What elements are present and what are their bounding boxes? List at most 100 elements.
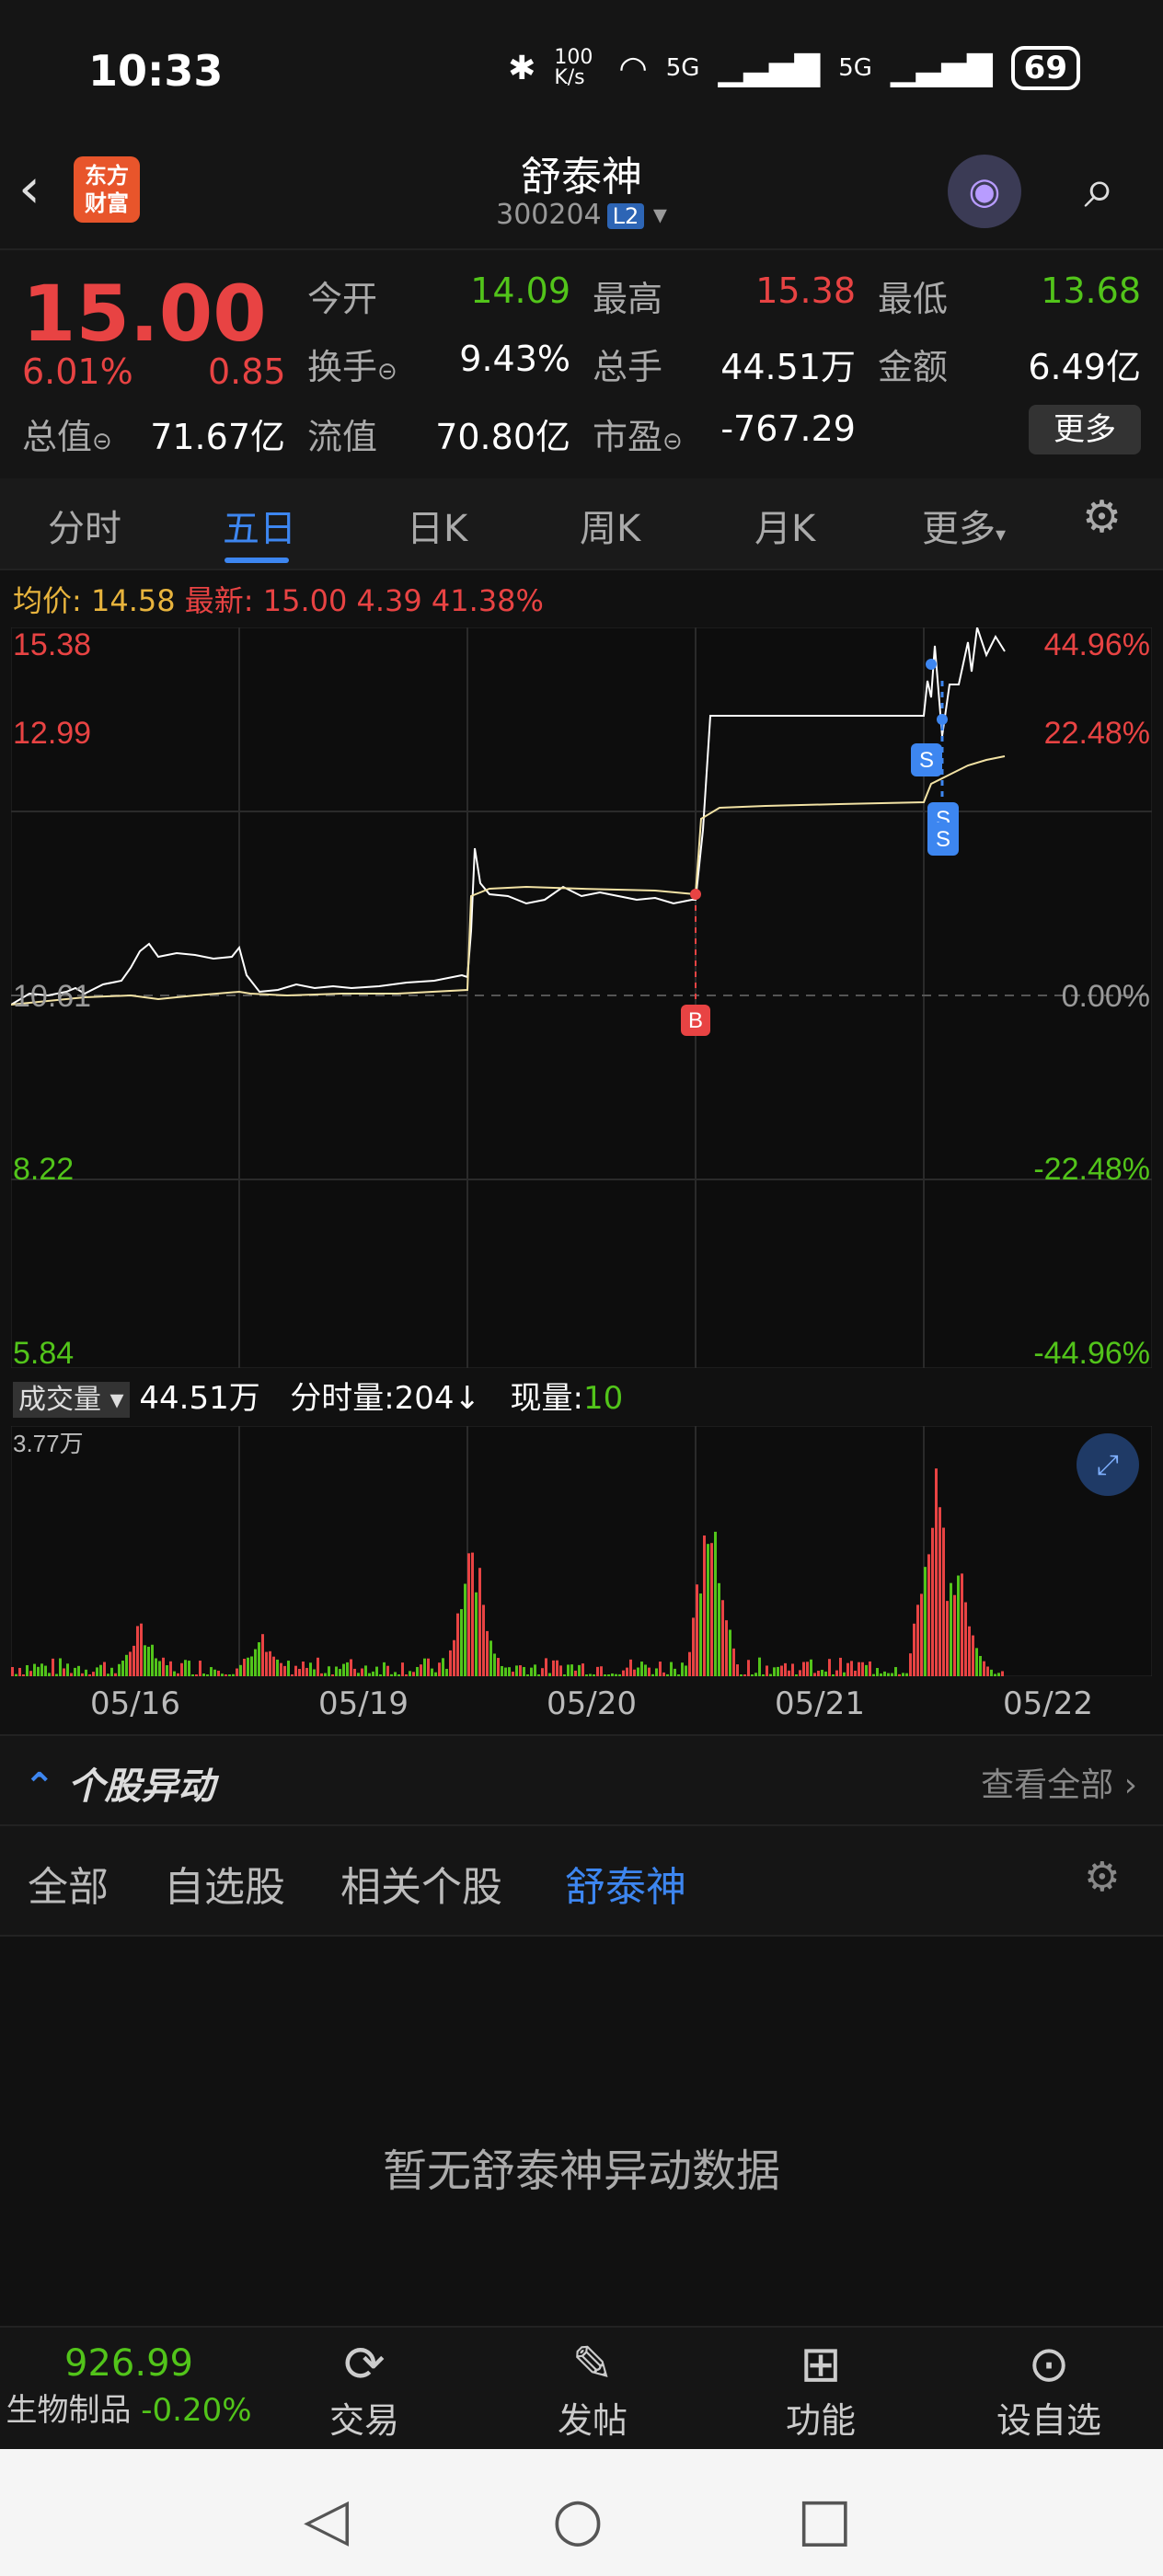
tab-weekly-k[interactable]: 周K — [580, 499, 640, 552]
volume-bar — [331, 1674, 334, 1676]
search-icon[interactable]: ⌕ — [1067, 156, 1132, 221]
volume-bar — [758, 1657, 761, 1676]
volume-bar — [659, 1662, 662, 1676]
latest-percent: 41.38% — [431, 583, 544, 618]
sell-marker-label: S — [919, 748, 934, 773]
recents-nav-icon[interactable]: □ — [797, 2486, 852, 2554]
field-value: 9.43% — [459, 339, 570, 379]
volume-indicator-select[interactable]: 成交量 ▾ — [13, 1382, 130, 1418]
filter-current-stock[interactable]: 舒泰神 — [565, 1854, 686, 1913]
volume-bar — [677, 1674, 680, 1676]
volume-bar — [615, 1673, 617, 1676]
assistant-robot-icon[interactable]: ◉ — [948, 155, 1021, 228]
trade-button[interactable]: ⟳ 交易 — [282, 2337, 447, 2443]
volume-bar — [872, 1673, 875, 1676]
volume-bar — [688, 1651, 691, 1676]
tab-intraday[interactable]: 分时 — [48, 499, 121, 552]
tab-more[interactable]: 更多▾ — [922, 499, 1006, 552]
info-icon[interactable]: ⊝ — [92, 428, 112, 455]
home-nav-icon[interactable]: ○ — [552, 2486, 604, 2554]
volume-bar — [372, 1671, 374, 1676]
volume-max: 3.77万 — [13, 1430, 84, 1457]
filter-watchlist[interactable]: 自选股 — [164, 1854, 285, 1913]
field-label: 最低 — [878, 279, 949, 319]
back-nav-icon[interactable]: ◁ — [304, 2486, 349, 2554]
volume-bar — [773, 1667, 776, 1676]
volume-bar — [475, 1592, 478, 1676]
volume-bar — [364, 1665, 367, 1676]
volume-bar — [990, 1669, 993, 1676]
volume-bar — [350, 1659, 352, 1676]
sector-index[interactable]: 926.99 生物制品 -0.20% — [0, 2342, 258, 2430]
volume-bar — [166, 1665, 168, 1676]
price-chart[interactable]: B S S S 15.38 12.99 10.61 8.22 5.84 44.9… — [11, 627, 1152, 1368]
section-title[interactable]: ⌃ 个股异动 — [24, 1756, 214, 1810]
gear-icon[interactable]: ⚙ — [1084, 1854, 1120, 1901]
volume-bar — [707, 1544, 709, 1676]
trade-label: 交易 — [328, 2400, 399, 2441]
functions-button[interactable]: ⊞ 功能 — [738, 2337, 904, 2443]
volume-bar — [526, 1674, 529, 1676]
tab-five-day[interactable]: 五日 — [223, 499, 296, 552]
volume-bar — [629, 1659, 632, 1676]
volume-bar — [876, 1668, 879, 1676]
volume-bar — [328, 1666, 330, 1676]
latest-label: 最新: — [184, 583, 254, 618]
bottom-toolbar: 926.99 生物制品 -0.20% ⟳ 交易 ✎ 发帖 ⊞ 功能 ⊙ 设自选 — [0, 2326, 1163, 2449]
filter-related[interactable]: 相关个股 — [340, 1854, 502, 1913]
volume-bar — [261, 1634, 264, 1676]
info-icon[interactable]: ⊝ — [377, 358, 397, 385]
volume-bar — [740, 1674, 743, 1676]
volume-bar — [158, 1661, 161, 1676]
volume-bar — [938, 1507, 941, 1676]
add-watchlist-button[interactable]: ⊙ 设自选 — [966, 2337, 1132, 2443]
volume-bar — [913, 1623, 915, 1676]
signal-2: 5G — [838, 54, 872, 82]
volume-bar — [596, 1666, 599, 1676]
view-all-link[interactable]: 查看全部 › — [981, 1758, 1137, 1806]
alert-filters: 全部 自选股 相关个股 舒泰神 ⚙ — [0, 1826, 1163, 1937]
post-button[interactable]: ✎ 发帖 — [510, 2337, 675, 2443]
volume-bar — [361, 1668, 363, 1676]
volume-bar — [953, 1594, 956, 1676]
filter-all[interactable]: 全部 — [28, 1854, 109, 1913]
volume-bar — [177, 1673, 179, 1676]
volume-bar — [206, 1674, 209, 1676]
volume-bar — [125, 1654, 128, 1676]
tab-monthly-k[interactable]: 月K — [754, 499, 815, 552]
field-label: 换手⊝ — [307, 339, 397, 389]
volume-bar — [975, 1648, 978, 1676]
date-tick: 05/16 — [90, 1685, 180, 1722]
period-volume-label: 分时量: — [290, 1380, 395, 1417]
volume-bar — [600, 1666, 603, 1676]
volume-bar — [265, 1651, 268, 1676]
section-title-text: 个股异动 — [67, 1765, 215, 1808]
volume-chart[interactable]: 3.77万 ⤢ — [11, 1426, 1152, 1676]
tab-daily-k[interactable]: 日K — [407, 499, 467, 552]
field-label: 最高 — [593, 279, 663, 319]
volume-bar — [420, 1664, 422, 1676]
volume-bar — [155, 1658, 157, 1676]
volume-bar — [806, 1662, 809, 1676]
volume-bar — [640, 1662, 643, 1676]
volume-bar — [567, 1664, 570, 1676]
volume-bar — [515, 1665, 518, 1676]
volume-bar — [18, 1667, 21, 1676]
more-button[interactable]: 更多 — [1029, 405, 1141, 454]
gear-icon[interactable]: ⚙ — [1082, 491, 1122, 543]
volume-bar — [736, 1664, 739, 1676]
volume-bar — [795, 1674, 798, 1676]
volume-bar — [379, 1674, 382, 1676]
volume-bar — [585, 1674, 588, 1676]
change-percent: 6.01% — [22, 351, 133, 392]
y-right-tick: -22.48% — [1033, 1152, 1150, 1187]
volume-bar — [983, 1661, 985, 1676]
volume-bar — [29, 1671, 32, 1676]
price-summary-line: 均价: 14.58 最新: 15.00 4.39 41.38% — [13, 578, 544, 620]
info-icon[interactable]: ⊝ — [662, 428, 683, 455]
volume-bar — [44, 1665, 47, 1676]
period-tabs: 分时 五日 日K 周K 月K 更多▾ ⚙ — [0, 478, 1163, 570]
volume-bar — [883, 1671, 886, 1676]
volume-bar — [858, 1662, 860, 1676]
volume-bar — [121, 1661, 124, 1676]
